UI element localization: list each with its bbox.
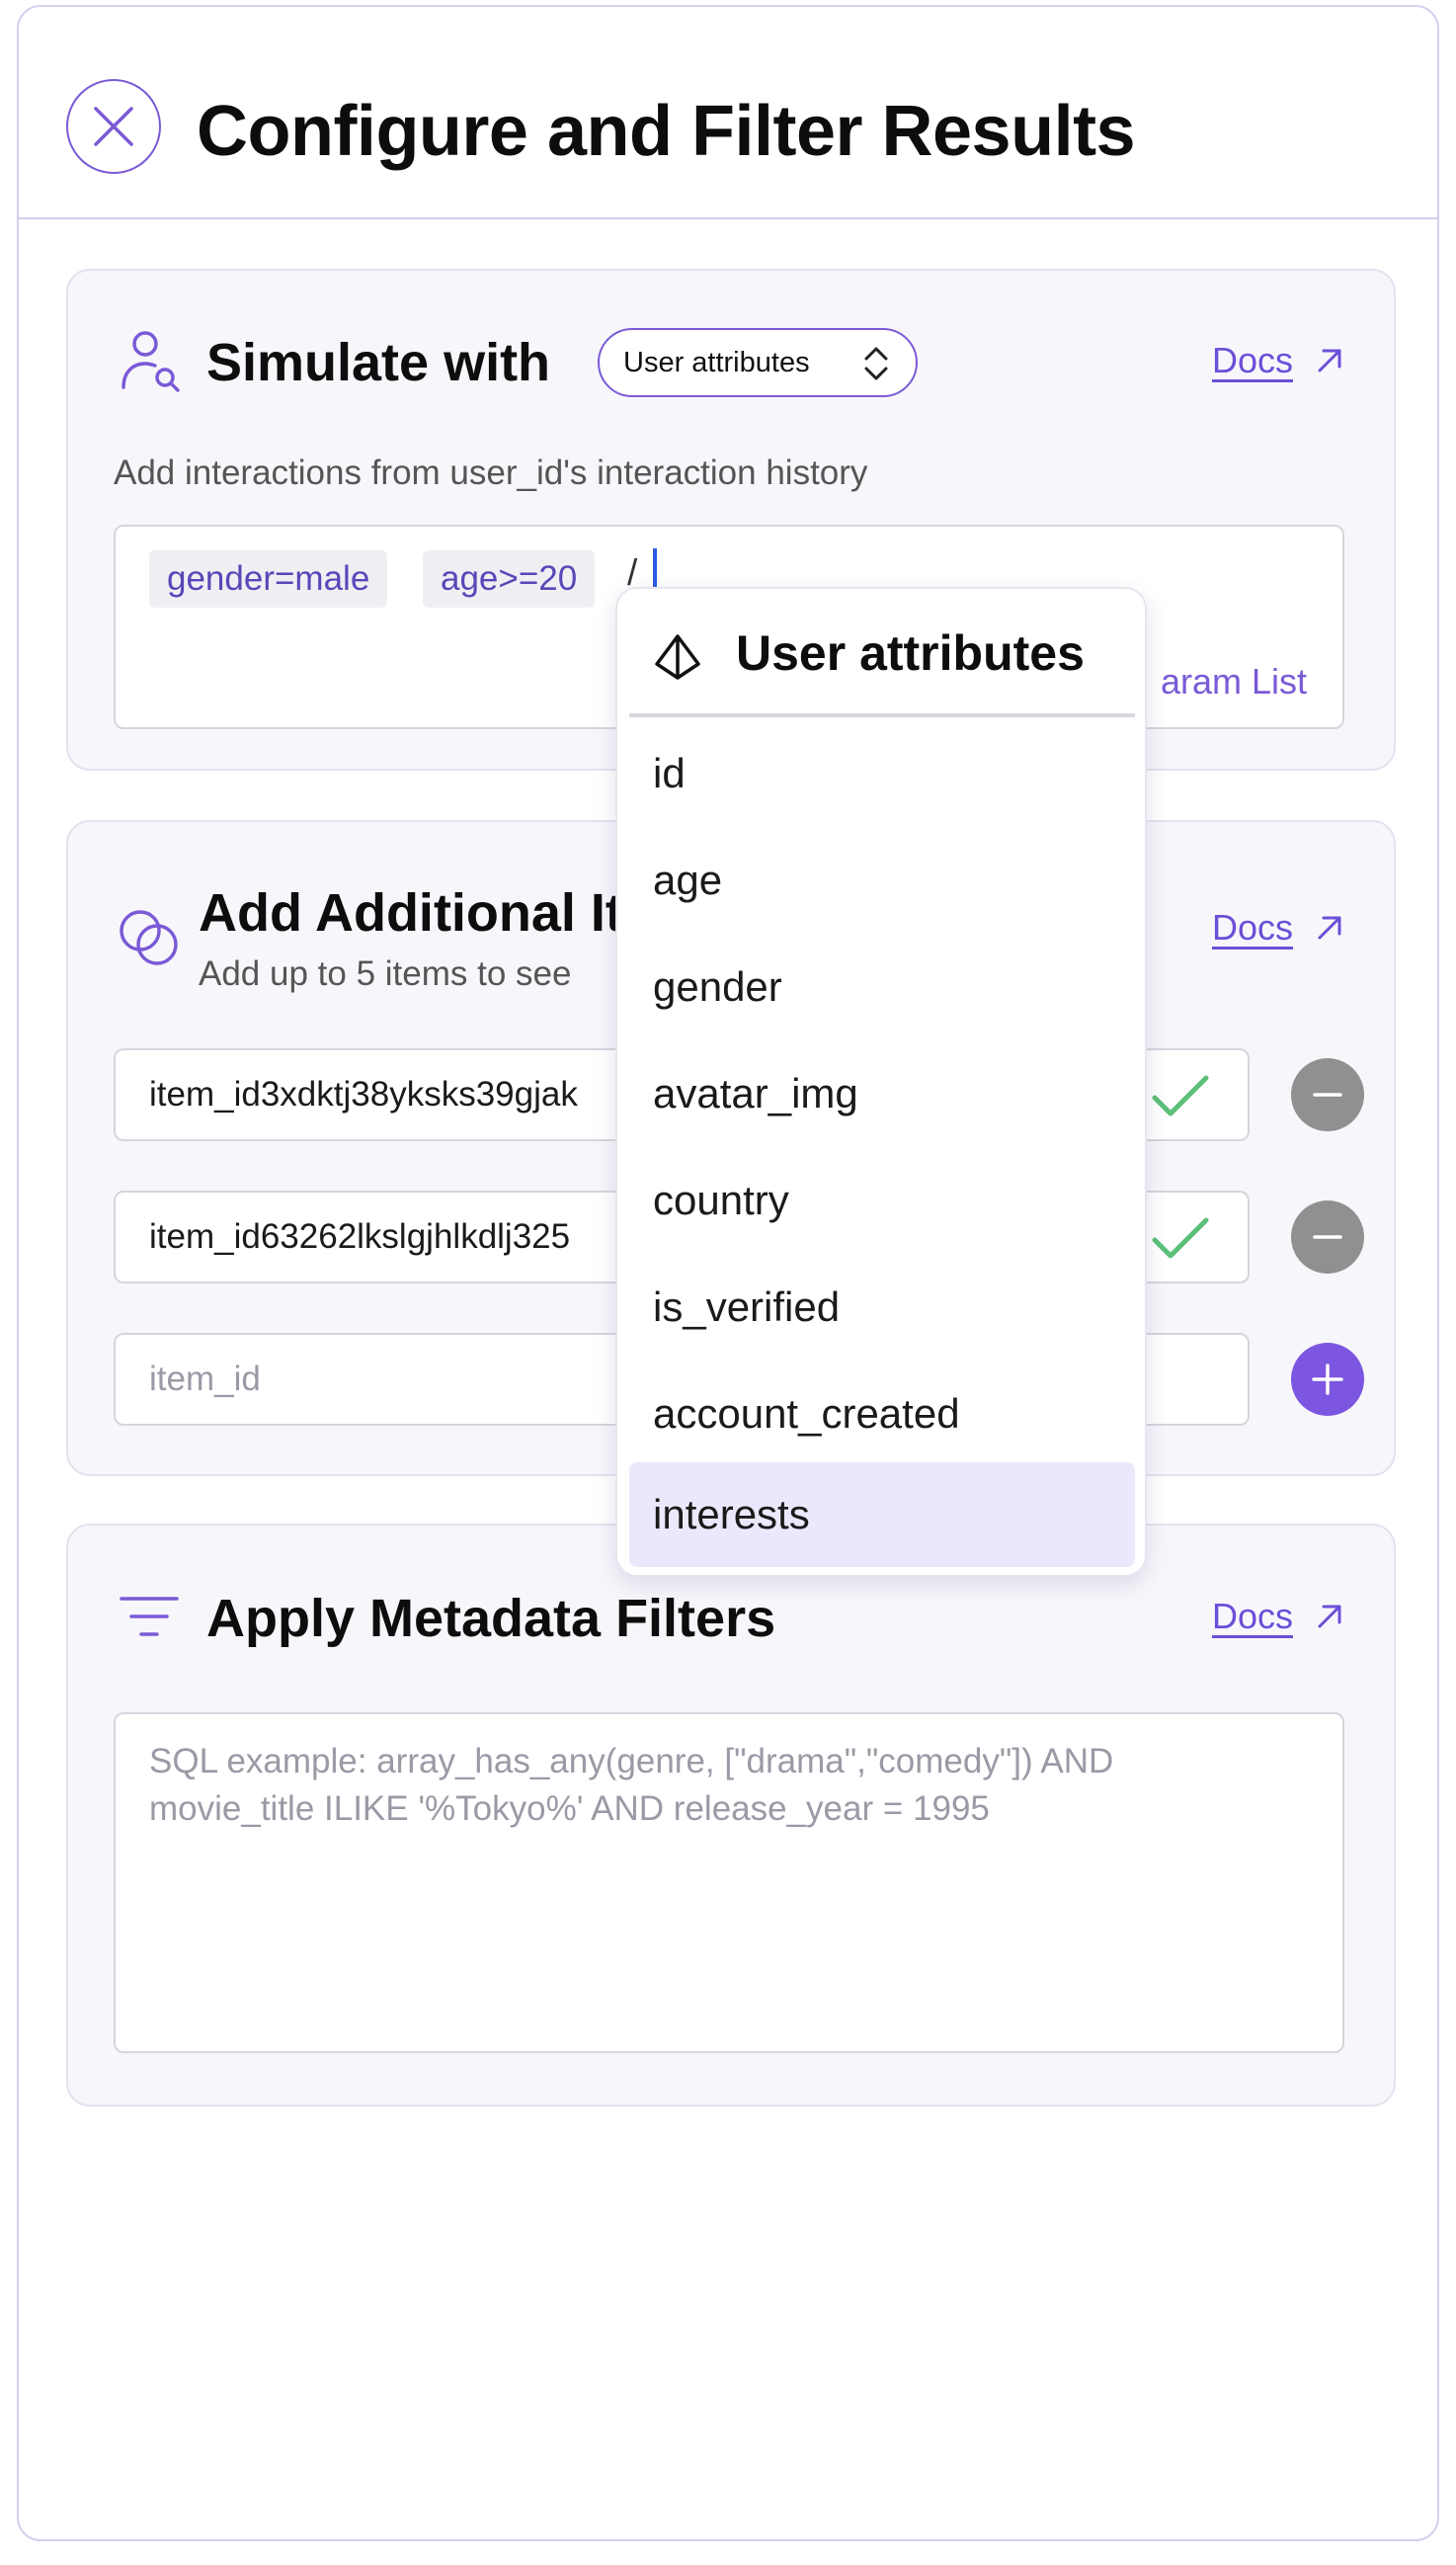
dropdown-title: User attributes [736, 625, 1085, 681]
dropdown-option-interests[interactable]: interests [629, 1462, 1135, 1567]
close-icon [94, 107, 133, 146]
sql-placeholder-line: movie_title ILIKE '%Tokyo%' AND release_… [149, 1789, 990, 1828]
filters-docs-label: Docs [1211, 1596, 1293, 1636]
plus-icon [1312, 1364, 1343, 1395]
metadata-filters-card: Apply Metadata Filters Docs SQL example:… [66, 1524, 1396, 2107]
minus-icon [1313, 1093, 1342, 1097]
dropdown-option-is-verified[interactable]: is_verified [629, 1255, 1135, 1360]
remove-item-button[interactable] [1291, 1200, 1364, 1274]
filters-title: Apply Metadata Filters [206, 1589, 776, 1648]
arrow-up-right-icon [1318, 916, 1341, 940]
item-id-value: item_id63262lkslgjhlkdlj325 [149, 1217, 571, 1256]
user-attributes-dropdown: User attributes id age gender avatar_img… [615, 587, 1147, 1577]
pyramid-icon [655, 634, 700, 680]
dropdown-header: User attributes [629, 589, 1135, 717]
dropdown-option-country[interactable]: country [629, 1148, 1135, 1253]
dropdown-option-gender[interactable]: gender [629, 935, 1135, 1039]
chevron-up-down-icon [864, 347, 888, 380]
simulate-docs-link[interactable]: Docs [1212, 340, 1344, 381]
dropdown-option-account-created[interactable]: account_created [629, 1362, 1135, 1466]
item-id-value: item_id3xdktj38yksks39gjak [149, 1075, 578, 1114]
user-search-icon [121, 331, 180, 392]
new-item-placeholder: item_id [149, 1360, 261, 1398]
items-docs-label: Docs [1211, 907, 1293, 948]
check-icon [1152, 1075, 1209, 1117]
panel-header: Configure and Filter Results [19, 7, 1437, 219]
arrow-up-right-icon [1318, 1605, 1341, 1628]
sql-placeholder-line: SQL example: array_has_any(genre, ["dram… [149, 1742, 1114, 1780]
param-list-link[interactable]: aram List [1161, 661, 1307, 703]
close-button[interactable] [66, 79, 161, 174]
items-title: Add Additional It [199, 883, 623, 943]
dropdown-option-avatar-img[interactable]: avatar_img [629, 1041, 1135, 1146]
filters-docs-link[interactable]: Docs [1212, 1596, 1344, 1637]
sql-filter-textarea[interactable]: SQL example: array_has_any(genre, ["dram… [114, 1712, 1344, 2053]
simulate-docs-label: Docs [1211, 340, 1293, 380]
filter-icon [120, 1597, 179, 1636]
simulate-select-value: User attributes [623, 346, 810, 378]
items-subtitle: Add up to 5 items to see [199, 954, 572, 993]
check-icon [1152, 1217, 1209, 1259]
arrow-up-right-icon [1318, 349, 1341, 372]
remove-item-button[interactable] [1291, 1058, 1364, 1131]
minus-icon [1313, 1235, 1342, 1239]
page-title: Configure and Filter Results [197, 92, 1136, 171]
simulate-select[interactable]: User attributes [598, 328, 918, 397]
overlap-circles-icon [120, 910, 178, 965]
dropdown-option-age[interactable]: age [629, 828, 1135, 933]
items-docs-link[interactable]: Docs [1212, 907, 1344, 949]
simulate-description: Add interactions from user_id's interact… [114, 454, 868, 492]
token-chip[interactable]: age>=20 [423, 550, 596, 608]
simulate-title: Simulate with [206, 333, 551, 392]
dropdown-option-id[interactable]: id [629, 721, 1135, 826]
token-chip[interactable]: gender=male [149, 550, 388, 608]
add-item-button[interactable] [1291, 1343, 1364, 1416]
